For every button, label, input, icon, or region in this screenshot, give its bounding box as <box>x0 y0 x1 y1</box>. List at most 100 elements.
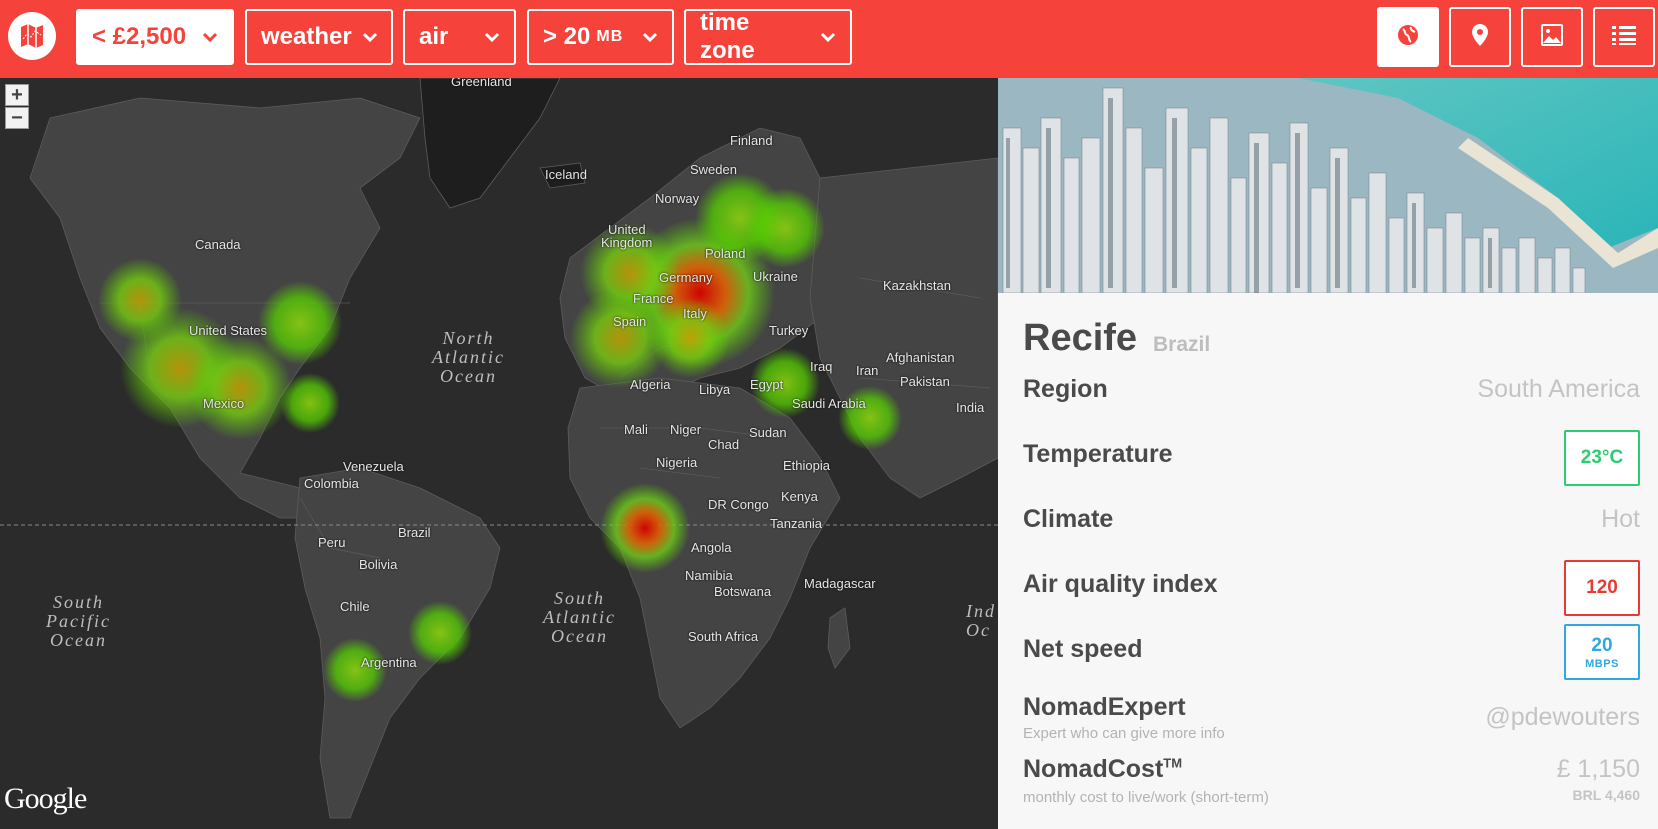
cost-filter-dropdown[interactable]: < £2,500 <box>76 9 234 65</box>
photo-view-button[interactable] <box>1521 7 1583 67</box>
climate-value: Hot <box>1601 505 1640 533</box>
net-speed-filter-dropdown[interactable]: > 20 MB <box>527 9 674 65</box>
map-label: Italy <box>683 306 707 321</box>
chevron-down-icon <box>352 32 378 42</box>
map-label: DR Congo <box>708 497 769 512</box>
map-label: Mexico <box>203 396 245 411</box>
map-label: Sweden <box>690 162 737 177</box>
map-label: Argentina <box>361 655 417 670</box>
zoom-in-button[interactable]: + <box>5 84 29 106</box>
air-filter-label: air <box>419 23 449 50</box>
temperature-label: Temperature <box>1023 440 1173 468</box>
air-quality-value: 120 <box>1586 577 1618 598</box>
time-zone-filter-dropdown[interactable]: time zone <box>684 9 852 65</box>
map-label: Kenya <box>781 489 818 504</box>
map-label: Turkey <box>769 323 809 338</box>
map-label: Kazakhstan <box>883 278 951 293</box>
map-label: Mali <box>624 422 648 437</box>
map-view-button[interactable] <box>1449 7 1511 67</box>
map-label: Kingdom <box>601 235 653 250</box>
map-label: Ethiopia <box>783 458 830 473</box>
map-label: Angola <box>691 540 732 555</box>
map-label: Bolivia <box>359 557 398 572</box>
city-name: Recife <box>1023 317 1138 359</box>
temperature-badge: 23°C <box>1564 430 1640 486</box>
air-quality-badge: 120 <box>1564 560 1640 616</box>
map-label: Madagascar <box>804 576 876 591</box>
list-icon <box>1611 24 1637 51</box>
top-navigation-bar: < £2,500 weather air > 20 MB time zone <box>0 0 1658 78</box>
ocean-label-south-atlantic: South Atlantic Ocean <box>543 588 616 646</box>
chevron-down-icon <box>632 32 658 42</box>
air-filter-dropdown[interactable]: air <box>403 9 516 65</box>
air-quality-label: Air quality index <box>1023 570 1218 598</box>
image-icon <box>1540 23 1564 52</box>
map-landmass <box>0 78 998 819</box>
map-label: India <box>956 400 985 415</box>
map-label: Iran <box>856 363 879 378</box>
map-label: Chad <box>708 437 740 452</box>
map-label: Nigeria <box>656 455 698 470</box>
nomad-expert-description: Expert who can give more info <box>1023 725 1225 742</box>
map-label: Poland <box>705 246 746 261</box>
temperature-value: 23°C <box>1580 447 1624 468</box>
list-view-button[interactable] <box>1593 7 1655 67</box>
net-speed-value: 20 <box>1591 634 1613 656</box>
chevron-down-icon <box>192 32 218 42</box>
weather-filter-label: weather <box>261 23 352 50</box>
map-label: Egypt <box>750 377 784 392</box>
map-label: Iceland <box>545 167 587 182</box>
map-label: Algeria <box>630 377 671 392</box>
nomad-expert-label: NomadExpert <box>1023 693 1186 721</box>
city-details-panel: Recife Brazil Region South America Tempe… <box>998 293 1658 829</box>
city-photo <box>998 78 1658 293</box>
region-label: Region <box>1023 375 1108 403</box>
nomad-cost-brl: BRL 4,460 <box>1572 787 1640 803</box>
map-label: Brazil <box>398 525 431 540</box>
time-zone-filter-label: time zone <box>700 9 755 64</box>
map-label: South Africa <box>688 629 759 644</box>
country-name: Brazil <box>1153 333 1211 356</box>
map-label: Norway <box>655 191 700 206</box>
climate-label: Climate <box>1023 505 1114 533</box>
net-speed-badge: 20 MBPS <box>1564 624 1640 680</box>
map-label: Spain <box>613 314 647 329</box>
map-label: Germany <box>659 270 713 285</box>
app-logo-icon[interactable] <box>8 12 56 60</box>
ocean-label-south-pacific: South Pacific Ocean <box>46 592 111 650</box>
map-pin-icon <box>1471 23 1489 52</box>
chevron-down-icon <box>810 32 836 42</box>
nomad-cost-description: monthly cost to live/work (short-term) <box>1023 789 1269 806</box>
nomad-cost-label: NomadCostTM <box>1023 755 1183 783</box>
google-attribution-logo[interactable]: Google <box>4 782 87 816</box>
net-speed-filter-label: > 20 <box>543 23 591 50</box>
cost-filter-label: < £2,500 <box>92 23 187 50</box>
weather-filter-dropdown[interactable]: weather <box>245 9 393 65</box>
net-speed-filter-unit: MB <box>596 28 624 45</box>
nomad-expert-handle[interactable]: @pdewouters <box>1485 703 1640 732</box>
map-label: Saudi Arabia <box>792 396 866 411</box>
ocean-label-indian: Ind Oc <box>966 601 996 640</box>
map-label: Iraq <box>810 359 833 374</box>
ocean-label-north-atlantic: North Atlantic Ocean <box>432 328 505 386</box>
chevron-down-icon <box>474 32 500 42</box>
map-label: Tanzania <box>770 516 823 531</box>
map-label: Chile <box>340 599 370 614</box>
zoom-out-button[interactable]: − <box>5 107 29 129</box>
map-label: Ukraine <box>753 269 798 284</box>
globe-icon <box>1396 23 1420 52</box>
map-label: Pakistan <box>900 374 950 389</box>
map-label: Afghanistan <box>886 350 955 365</box>
map-label: France <box>633 291 674 306</box>
world-heatmap[interactable]: + − Greenland Iceland Finland Sweden Nor… <box>0 78 998 829</box>
globe-view-button[interactable] <box>1377 7 1439 67</box>
trademark-mark: TM <box>1163 755 1183 771</box>
net-speed-unit: MBPS <box>1585 657 1619 670</box>
region-value: South America <box>1477 375 1640 403</box>
map-label: Libya <box>699 382 731 397</box>
map-label: Botswana <box>714 584 772 599</box>
map-label: Niger <box>670 422 702 437</box>
map-label: Canada <box>195 237 241 252</box>
map-label: Greenland <box>451 78 512 89</box>
map-label: Venezuela <box>343 459 404 474</box>
